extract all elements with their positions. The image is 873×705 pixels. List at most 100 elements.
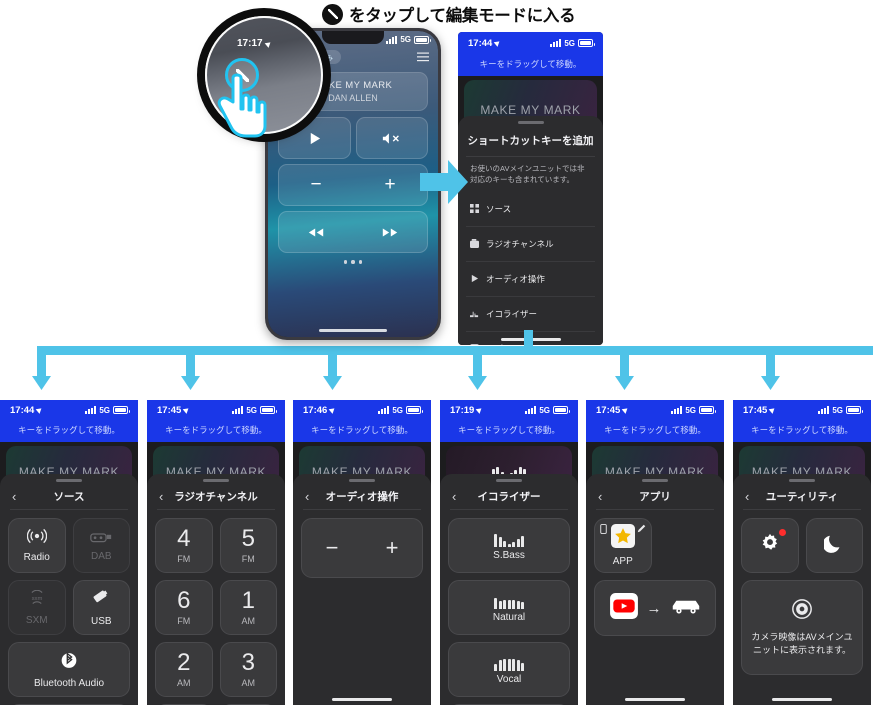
tile-label: Bluetooth Audio	[33, 677, 105, 689]
drag-hint: キーをドラッグして移動。	[458, 54, 603, 76]
radio-preset-4-fm[interactable]: 4 FM	[155, 518, 213, 573]
sheet-grabber[interactable]	[496, 479, 522, 482]
sheet-header: ‹ ラジオチャンネル	[157, 484, 275, 510]
utility-tile-settings[interactable]	[741, 518, 799, 573]
radio-preset-1-am[interactable]: 1 AM	[219, 580, 277, 635]
sheet-grabber[interactable]	[203, 479, 229, 482]
pointing-hand-icon	[217, 73, 267, 138]
magnifier-callout: 17:17	[191, 10, 336, 145]
sheet-grabber[interactable]	[642, 479, 668, 482]
diagram-root: をタップして編集モードに入る 17:17 5G 接続済み	[0, 0, 873, 705]
youtube-to-car-tile[interactable]: →	[594, 580, 716, 636]
source-tiles: Radio DAB sxm SXM USB Bluetooth Audio	[8, 510, 130, 705]
shortcut-menu-item-2[interactable]: オーディオ操作	[466, 262, 595, 297]
audio-plus-button[interactable]: +	[386, 535, 399, 561]
eq-preset-vocal[interactable]: Vocal	[448, 642, 570, 697]
source-tile-dab[interactable]: DAB	[72, 518, 130, 573]
moon-icon	[822, 532, 844, 559]
audio-control-sheet: ‹ オーディオ操作 − +	[293, 474, 431, 705]
sheet-title: オーディオ操作	[325, 491, 399, 503]
shortcut-menu-list: ソース ラジオチャンネル オーディオ操作 イコライザー アプリ ユーティリティ	[466, 192, 595, 345]
mirror-arrow: →	[646, 599, 662, 617]
app-shortcut-tile[interactable]: APP	[594, 518, 652, 573]
next-track-icon[interactable]	[382, 227, 398, 238]
sxm-icon: sxm	[26, 589, 48, 612]
shortcut-menu-label: オーディオ操作	[486, 273, 545, 284]
magnified-status-time: 17:17	[237, 38, 272, 49]
preset-band: FM	[177, 616, 191, 626]
volume-control-row[interactable]: − +	[278, 164, 428, 206]
usb-stick-icon	[92, 589, 111, 613]
shortcut-menu-item-0[interactable]: ソース	[466, 192, 595, 227]
drag-hint: キーをドラッグして移動。	[733, 420, 871, 442]
radio-preset-3-am[interactable]: 3 AM	[219, 642, 277, 697]
preset-number: 6	[177, 587, 191, 614]
audio-level-tile[interactable]: − +	[301, 518, 423, 578]
panel-apps: 17:45 5G キーをドラッグして移動。 MAKE MY MARK ‹ アプリ …	[586, 400, 724, 705]
shortcut-menu-item-1[interactable]: ラジオチャンネル	[466, 227, 595, 262]
pencil-circle-icon	[322, 3, 343, 25]
volume-up-button[interactable]: +	[384, 174, 395, 196]
utility-tiles: カメラ映像はAVメインユニットに表示されます。	[741, 510, 863, 675]
sheet-title: ユーティリティ	[765, 491, 839, 503]
equalizer-bars-icon	[494, 593, 524, 609]
sheet-grabber[interactable]	[789, 479, 815, 482]
location-arrow-icon	[493, 39, 502, 47]
apps-sheet: ‹ アプリ APP →	[586, 474, 724, 705]
sheet-header: ‹ アプリ	[596, 484, 714, 510]
preset-band: FM	[177, 554, 191, 564]
source-tile-bluetooth-audio[interactable]: Bluetooth Audio	[8, 642, 130, 697]
home-indicator	[332, 698, 392, 701]
eq-preset-natural[interactable]: Natural	[448, 580, 570, 635]
gear-icon	[759, 529, 786, 559]
previous-track-icon[interactable]	[308, 227, 324, 238]
network-label: 5G	[564, 38, 575, 48]
sheet-title: ソース	[53, 491, 85, 503]
panel-equalizer: 17:19 5G キーをドラッグして移動。 ‹ イコライザー S.Bass Na…	[440, 400, 578, 705]
grid-icon	[470, 200, 479, 218]
source-tile-usb[interactable]: USB	[72, 580, 130, 635]
source-tile-sxm[interactable]: sxm SXM	[8, 580, 66, 635]
radio-preset-6-fm[interactable]: 6 FM	[155, 580, 213, 635]
bluetooth-icon	[61, 651, 77, 675]
preset-band: AM	[241, 678, 256, 688]
track-control-row[interactable]	[278, 211, 428, 253]
source-tile-radio[interactable]: Radio	[8, 518, 66, 573]
magnified-time-text: 17:17	[237, 38, 263, 49]
radio-preset-5-fm[interactable]: 5 FM	[219, 518, 277, 573]
preset-label: Vocal	[496, 673, 522, 685]
preset-label: Natural	[492, 611, 526, 623]
add-shortcut-phone: 17:44 5G キーをドラッグして移動。 MAKE MY MARK ショートカ…	[458, 32, 603, 345]
panel-audio-control: 17:46 5G キーをドラッグして移動。 MAKE MY MARK ‹ オーディ…	[293, 400, 431, 705]
phone-icon	[600, 524, 607, 534]
camera-view-tile[interactable]: カメラ映像はAVメインユニットに表示されます。	[741, 580, 863, 675]
tile-label: USB	[90, 615, 112, 627]
sheet-grabber[interactable]	[349, 479, 375, 482]
sheet-grabber[interactable]	[56, 479, 82, 482]
home-indicator	[319, 329, 387, 332]
preset-number: 1	[241, 587, 255, 614]
pencil-icon	[637, 524, 645, 533]
source-sheet: ‹ ソース Radio DAB sxm SXM USB Bluetooth Au…	[0, 474, 138, 705]
preset-band: FM	[241, 554, 255, 564]
panel-radio-channel: 17:45 5G キーをドラッグして移動。 MAKE MY MARK ‹ ラジオチ…	[147, 400, 285, 705]
page-indicator	[268, 260, 438, 264]
preset-number: 2	[177, 649, 191, 676]
volume-down-button[interactable]: −	[310, 174, 321, 196]
equalizer-bars-icon	[494, 655, 524, 671]
add-shortcut-sheet: ショートカットキーを追加 お使いのAVメインユニットでは非対応のキーも含まれてい…	[458, 116, 603, 345]
home-indicator	[772, 698, 832, 701]
battery-icon	[578, 39, 595, 47]
page-title: をタップして編集モードに入る	[322, 2, 576, 26]
car-icon	[671, 597, 701, 620]
location-arrow-icon	[264, 39, 272, 48]
shortcut-menu-item-3[interactable]: イコライザー	[466, 297, 595, 332]
radio-preset-2-am[interactable]: 2 AM	[155, 642, 213, 697]
eq-preset-sbass[interactable]: S.Bass	[448, 518, 570, 573]
sheet-header: ‹ イコライザー	[450, 484, 568, 510]
audio-minus-button[interactable]: −	[326, 535, 339, 561]
mute-button[interactable]	[355, 117, 428, 159]
hamburger-icon[interactable]	[417, 52, 429, 62]
utility-tile-night-mode[interactable]	[805, 518, 863, 573]
drag-hint: キーをドラッグして移動。	[293, 420, 431, 442]
